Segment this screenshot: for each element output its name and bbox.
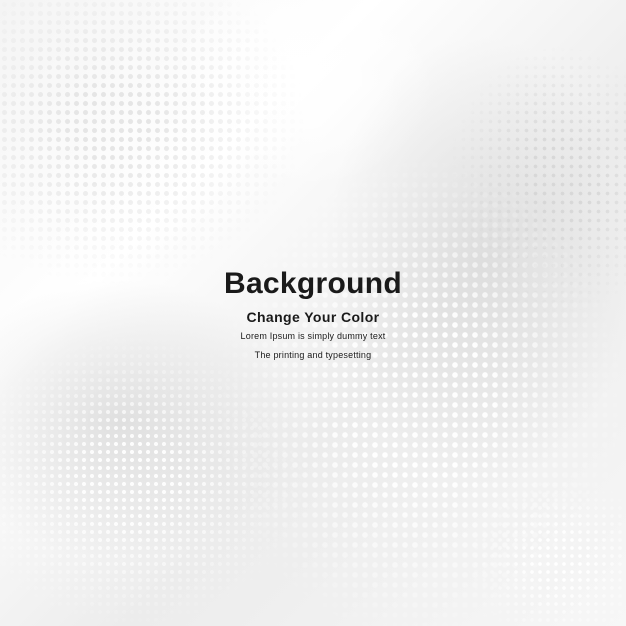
background-canvas: Background Change Your Color Lorem Ipsum…	[0, 0, 626, 626]
subtitle: Change Your Color	[246, 309, 380, 325]
title: Background	[223, 267, 403, 300]
text-block: Background Change Your Color Lorem Ipsum…	[0, 266, 626, 361]
body-line-2: The printing and typesetting	[254, 350, 372, 360]
body-line-1: Lorem Ipsum is simply dummy text	[240, 331, 386, 341]
